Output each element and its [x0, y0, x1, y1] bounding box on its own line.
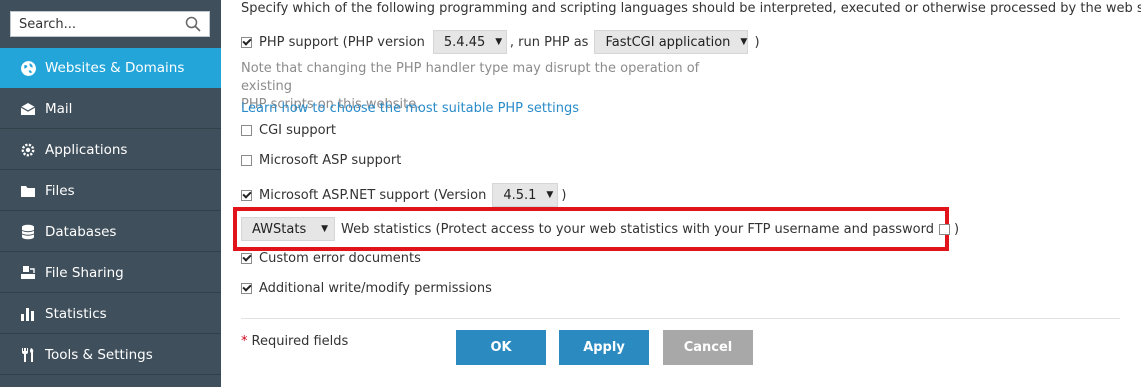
folder-icon — [19, 182, 37, 200]
asp-support-checkbox[interactable] — [241, 155, 252, 166]
aspnet-version-select[interactable]: 4.5.1 ▼ — [492, 183, 559, 207]
chevron-down-icon: ▼ — [546, 190, 554, 200]
aspnet-support-label: Microsoft ASP.NET support (Version — [259, 187, 487, 203]
php-handler-select[interactable]: FastCGI application ▼ — [594, 30, 749, 54]
sidebar-item-file-sharing[interactable]: File Sharing — [0, 253, 221, 293]
sidebar: Search... Websites & Domains Mail Applic… — [0, 0, 221, 387]
custom-errors-row: Custom error documents — [241, 251, 421, 266]
main-content: Specify which of the following programmi… — [221, 0, 1141, 387]
sidebar-item-statistics[interactable]: Statistics — [0, 294, 221, 334]
write-modify-label: Additional write/modify permissions — [259, 281, 492, 296]
divider — [241, 318, 1120, 319]
sidebar-item-applications[interactable]: Applications — [0, 130, 221, 170]
apply-button[interactable]: Apply — [559, 330, 649, 365]
tools-icon — [19, 346, 37, 364]
php-handler-value: FastCGI application — [605, 34, 731, 50]
sidebar-item-label: Databases — [45, 223, 117, 240]
aspnet-support-checkbox[interactable] — [241, 189, 252, 201]
chevron-down-icon: ▼ — [321, 224, 328, 234]
sidebar-item-label: Files — [45, 182, 75, 199]
bar-chart-icon — [19, 305, 37, 323]
note-line-1: Note that changing the PHP handler type … — [241, 61, 700, 94]
search-icon[interactable] — [185, 16, 201, 32]
search-area: Search... — [0, 0, 221, 48]
cgi-support-label: CGI support — [259, 123, 337, 138]
sidebar-item-websites-domains[interactable]: Websites & Domains — [0, 48, 221, 88]
required-star: * — [241, 334, 248, 349]
sidebar-item-label: Statistics — [45, 305, 107, 322]
globe-icon — [19, 59, 37, 77]
search-placeholder: Search... — [19, 16, 77, 32]
asp-support-label: Microsoft ASP support — [259, 153, 402, 168]
sidebar-item-mail[interactable]: Mail — [0, 89, 221, 129]
sidebar-item-tools-settings[interactable]: Tools & Settings — [0, 335, 221, 375]
ok-button[interactable]: OK — [456, 330, 546, 365]
aspnet-close-paren: ) — [561, 187, 567, 203]
web-statistics-row: AWStats ▼ Web statistics (Protect access… — [241, 217, 959, 241]
sidebar-item-label: Tools & Settings — [45, 346, 153, 363]
required-fields-note: * Required fields — [241, 334, 348, 349]
chevron-down-icon: ▼ — [495, 37, 503, 47]
sidebar-item-label: Mail — [45, 100, 73, 117]
web-statistics-close-paren: ) — [953, 221, 960, 237]
chevron-down-icon: ▼ — [740, 37, 748, 47]
protect-statistics-checkbox[interactable] — [938, 223, 950, 235]
sidebar-item-label: Applications — [45, 141, 128, 158]
custom-errors-checkbox[interactable] — [241, 253, 252, 264]
sidebar-item-databases[interactable]: Databases — [0, 212, 221, 252]
statistics-tool-value: AWStats — [252, 221, 307, 237]
sidebar-item-label: Websites & Domains — [45, 60, 185, 76]
gear-icon — [19, 141, 37, 159]
intro-text: Specify which of the following programmi… — [241, 1, 1141, 16]
sidebar-item-label: File Sharing — [45, 264, 124, 281]
write-modify-row: Additional write/modify permissions — [241, 281, 492, 296]
php-support-label: PHP support (PHP version — [259, 34, 425, 50]
search-input[interactable]: Search... — [10, 11, 210, 37]
php-version-select[interactable]: 5.4.45 ▼ — [432, 30, 507, 54]
write-modify-checkbox[interactable] — [241, 283, 252, 294]
cgi-support-row: CGI support — [241, 123, 336, 138]
learn-php-settings-link[interactable]: Learn how to choose the most suitable PH… — [241, 101, 579, 116]
database-icon — [19, 223, 37, 241]
php-run-as-label: , run PHP as — [509, 34, 589, 50]
cancel-button[interactable]: Cancel — [663, 330, 753, 365]
required-fields-label: Required fields — [251, 334, 349, 349]
aspnet-support-row: Microsoft ASP.NET support (Version 4.5.1… — [241, 183, 566, 207]
envelope-icon — [19, 100, 37, 118]
asp-support-row: Microsoft ASP support — [241, 153, 401, 168]
file-sharing-icon — [19, 264, 37, 282]
php-close-paren: ) — [754, 34, 760, 50]
custom-errors-label: Custom error documents — [259, 251, 421, 266]
php-version-value: 5.4.45 — [443, 34, 486, 50]
php-support-row: PHP support (PHP version 5.4.45 ▼ , run … — [241, 30, 760, 54]
web-statistics-label: Web statistics (Protect access to your w… — [341, 221, 934, 237]
aspnet-version-value: 4.5.1 — [503, 187, 537, 203]
sidebar-item-files[interactable]: Files — [0, 171, 221, 211]
statistics-tool-select[interactable]: AWStats ▼ — [241, 217, 335, 241]
php-support-checkbox[interactable] — [241, 36, 252, 48]
cgi-support-checkbox[interactable] — [241, 125, 252, 136]
